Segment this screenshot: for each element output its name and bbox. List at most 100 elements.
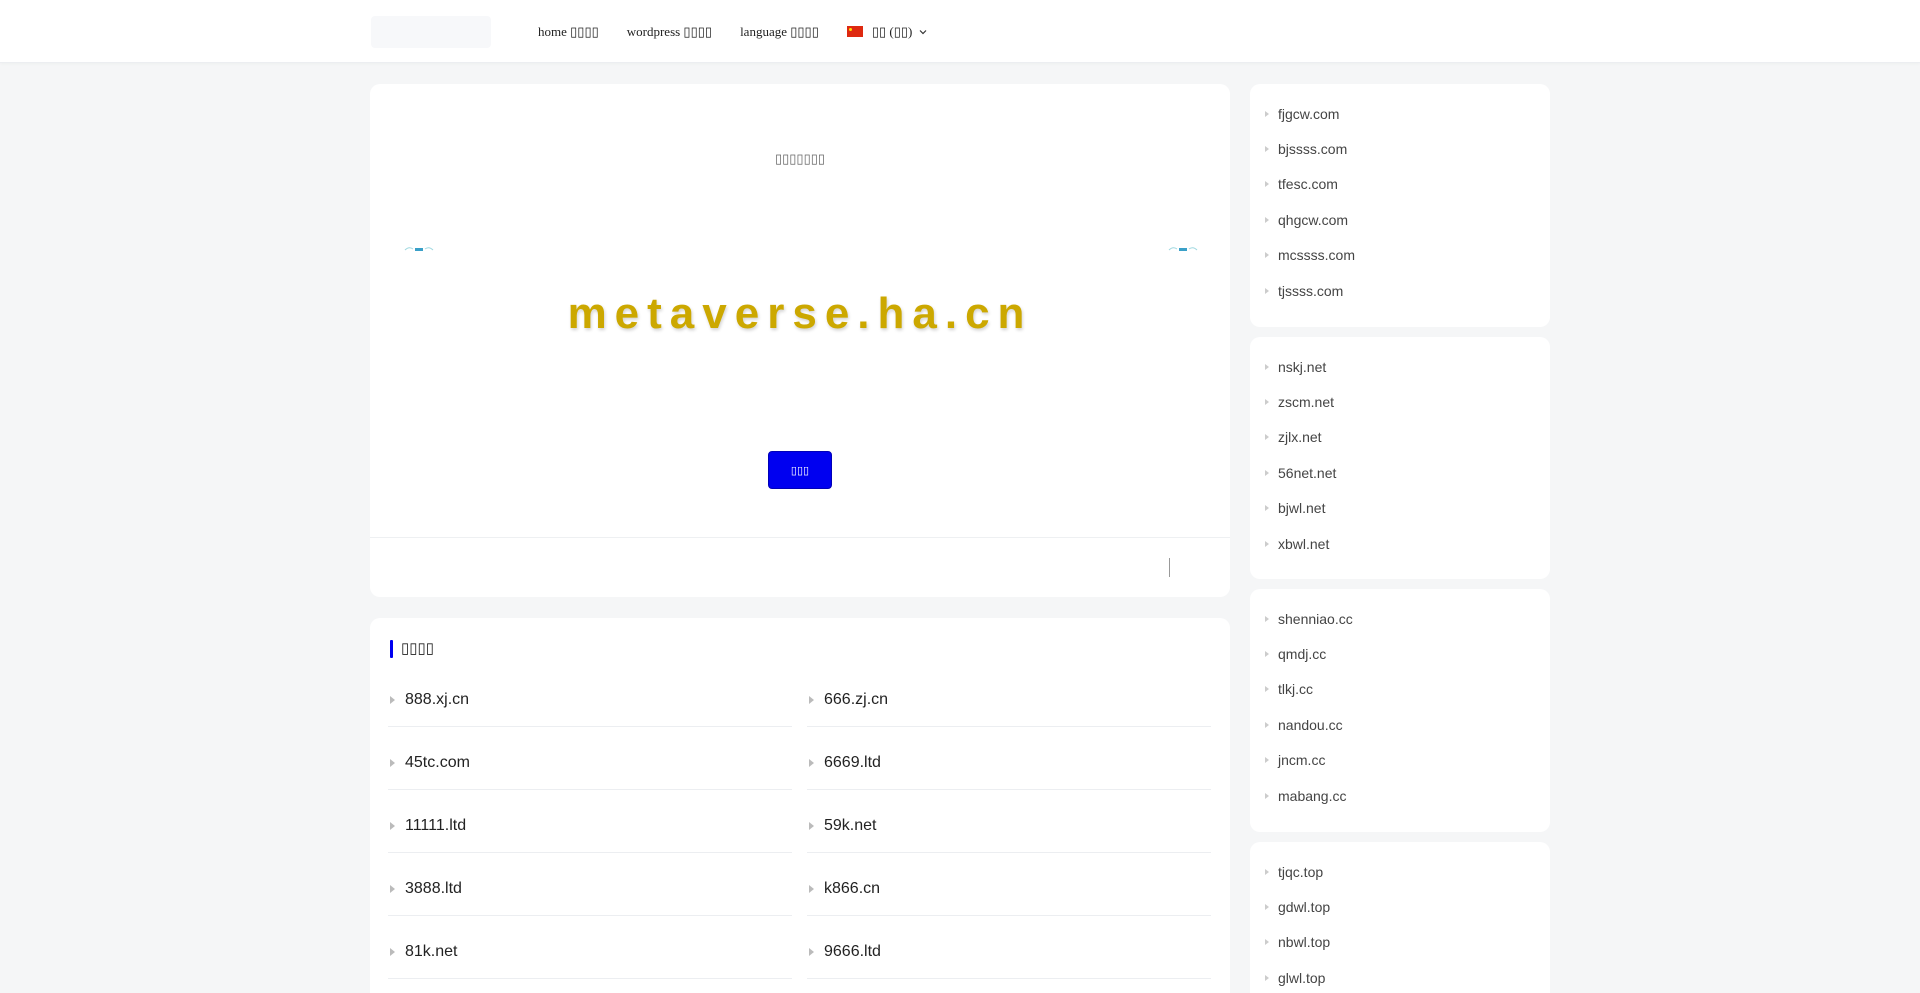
related-domains-header: ▯▯▯▯ bbox=[390, 639, 434, 658]
sidebar-link[interactable]: nskj.net bbox=[1265, 349, 1336, 384]
language-selector[interactable]: ▯▯ (▯▯) bbox=[846, 23, 929, 40]
sidebar-link[interactable]: xbwl.net bbox=[1265, 526, 1336, 561]
domain-name-title: metaverse.ha.cn bbox=[567, 289, 1033, 338]
list-item[interactable]: 3888.ltd bbox=[388, 853, 792, 916]
list-item-label: 6669.ltd bbox=[824, 754, 881, 771]
sidebar-link-label: nandou.cc bbox=[1278, 716, 1343, 733]
triangle-right-icon bbox=[1265, 868, 1269, 875]
sidebar-link-label: qhgcw.com bbox=[1278, 211, 1349, 228]
sidebar-link-label: zjlx.net bbox=[1278, 429, 1322, 446]
decorative-wave-icon bbox=[404, 247, 434, 251]
triangle-right-icon bbox=[1265, 181, 1269, 188]
triangle-right-icon bbox=[1265, 434, 1269, 441]
chevron-down-icon bbox=[919, 29, 927, 34]
sidebar-link[interactable]: gdwl.top bbox=[1265, 889, 1330, 924]
section-accent-bar bbox=[390, 639, 393, 658]
sidebar-link[interactable]: jncm.cc bbox=[1265, 743, 1353, 778]
nav-item-language[interactable]: language ▯▯▯▯ bbox=[740, 24, 819, 40]
triangle-right-icon bbox=[390, 759, 395, 767]
sidebar-link[interactable]: nbwl.top bbox=[1265, 925, 1330, 960]
triangle-right-icon bbox=[1265, 974, 1269, 981]
list-item[interactable]: 45tc.com bbox=[388, 727, 792, 790]
list-item[interactable]: 9666.ltd bbox=[807, 916, 1211, 979]
triangle-right-icon bbox=[1265, 651, 1269, 658]
list-item[interactable]: k866.cn bbox=[807, 853, 1211, 916]
triangle-right-icon bbox=[809, 696, 814, 704]
triangle-right-icon bbox=[1265, 686, 1269, 693]
sidebar-link[interactable]: zjlx.net bbox=[1265, 420, 1336, 455]
sidebar-link[interactable]: nandou.cc bbox=[1265, 707, 1353, 742]
sidebar-link[interactable]: tfesc.com bbox=[1265, 167, 1355, 202]
sidebar-link[interactable]: mcssss.com bbox=[1265, 238, 1355, 273]
sidebar-link[interactable]: bjssss.com bbox=[1265, 131, 1355, 166]
triangle-right-icon bbox=[1265, 363, 1269, 370]
triangle-right-icon bbox=[390, 696, 395, 704]
triangle-right-icon bbox=[809, 948, 814, 956]
sidebar-link[interactable]: shenniao.cc bbox=[1265, 601, 1353, 636]
list-item-label: 59k.net bbox=[824, 817, 877, 834]
hero-footer-separator bbox=[1169, 558, 1170, 577]
related-domains-column-right: 666.zj.cn 6669.ltd 59k.net k866.cn 9666.… bbox=[807, 664, 1211, 979]
sidebar-link-label: 56net.net bbox=[1278, 464, 1337, 481]
sidebar-link[interactable]: tjssss.com bbox=[1265, 273, 1355, 308]
list-item[interactable]: 81k.net bbox=[388, 916, 792, 979]
sidebar-link[interactable]: tjqc.top bbox=[1265, 854, 1330, 889]
sidebar-link-label: tfesc.com bbox=[1278, 176, 1338, 193]
language-selector-label: ▯▯ (▯▯) bbox=[871, 23, 913, 39]
triangle-right-icon bbox=[1265, 540, 1269, 547]
triangle-right-icon bbox=[1265, 615, 1269, 622]
domain-hero-card: ▯▯▯▯▯▯▯ metaverse.ha.cn ▯▯▯ bbox=[370, 84, 1230, 597]
sidebar-link-label: mcssss.com bbox=[1278, 247, 1355, 264]
nav-item-wordpress[interactable]: wordpress ▯▯▯▯ bbox=[627, 24, 712, 40]
triangle-right-icon bbox=[1265, 146, 1269, 153]
sidebar-link[interactable]: bjwl.net bbox=[1265, 491, 1336, 526]
sidebar-link[interactable]: tlkj.cc bbox=[1265, 672, 1353, 707]
triangle-right-icon bbox=[1265, 757, 1269, 764]
list-item[interactable]: 6669.ltd bbox=[807, 727, 1211, 790]
sidebar-link[interactable]: qhgcw.com bbox=[1265, 202, 1355, 237]
sidebar-link[interactable]: 56net.net bbox=[1265, 455, 1336, 490]
sidebar-link-label: xbwl.net bbox=[1278, 535, 1330, 552]
triangle-right-icon bbox=[1265, 505, 1269, 512]
sidebar-link[interactable]: mabang.cc bbox=[1265, 778, 1353, 813]
sidebar-link-label: jncm.cc bbox=[1278, 752, 1326, 769]
inquire-button[interactable]: ▯▯▯ bbox=[768, 451, 832, 489]
sidebar-link[interactable]: zscm.net bbox=[1265, 384, 1336, 419]
related-domains-title: ▯▯▯▯ bbox=[401, 641, 435, 657]
nav-item-home[interactable]: home ▯▯▯▯ bbox=[538, 24, 599, 40]
triangle-right-icon bbox=[1265, 721, 1269, 728]
related-domains-card: ▯▯▯▯ 888.xj.cn 45tc.com 11111.ltd 3888.l… bbox=[370, 618, 1230, 993]
sidebar-link[interactable]: fjgcw.com bbox=[1265, 96, 1355, 131]
list-item[interactable]: 11111.ltd bbox=[388, 790, 792, 853]
top-navigation-bar: home ▯▯▯▯ wordpress ▯▯▯▯ language ▯▯▯▯ ▯… bbox=[0, 0, 1920, 63]
list-item[interactable]: 59k.net bbox=[807, 790, 1211, 853]
list-item[interactable]: 666.zj.cn bbox=[807, 664, 1211, 727]
sidebar-link-label: shenniao.cc bbox=[1278, 610, 1353, 627]
sidebar-link-label: tjqc.top bbox=[1278, 863, 1324, 880]
list-item-label: 3888.ltd bbox=[405, 880, 462, 897]
triangle-right-icon bbox=[1265, 939, 1269, 946]
triangle-right-icon bbox=[1265, 792, 1269, 799]
sidebar-link-label: tjssss.com bbox=[1278, 282, 1344, 299]
site-logo[interactable] bbox=[371, 16, 491, 48]
triangle-right-icon bbox=[1265, 216, 1269, 223]
list-item-label: 11111.ltd bbox=[405, 817, 467, 834]
triangle-right-icon bbox=[1265, 399, 1269, 406]
sidebar-link-label: bjwl.net bbox=[1278, 500, 1326, 517]
sidebar-link-label: nskj.net bbox=[1278, 358, 1327, 375]
triangle-right-icon bbox=[1265, 469, 1269, 476]
triangle-right-icon bbox=[390, 822, 395, 830]
list-item[interactable]: 888.xj.cn bbox=[388, 664, 792, 727]
sidebar-link-label: zscm.net bbox=[1278, 394, 1335, 411]
triangle-right-icon bbox=[809, 822, 814, 830]
sidebar-link[interactable]: qmdj.cc bbox=[1265, 636, 1353, 671]
related-domains-column-left: 888.xj.cn 45tc.com 11111.ltd 3888.ltd 81… bbox=[388, 664, 792, 979]
sidebar-link[interactable]: glwl.top bbox=[1265, 960, 1330, 993]
list-item-label: 9666.ltd bbox=[824, 943, 881, 960]
sidebar-link-label: qmdj.cc bbox=[1278, 646, 1327, 663]
sidebar-link-label: glwl.top bbox=[1278, 969, 1326, 986]
decorative-wave-icon bbox=[1168, 247, 1198, 251]
triangle-right-icon bbox=[809, 759, 814, 767]
hero-divider bbox=[370, 537, 1230, 538]
list-item-label: k866.cn bbox=[824, 880, 881, 897]
